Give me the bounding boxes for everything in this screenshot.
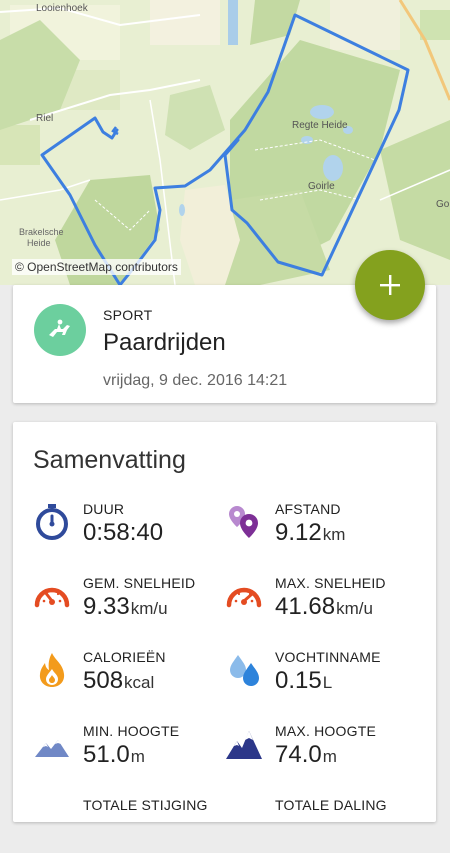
map-label-riel: Riel bbox=[36, 113, 54, 124]
map-label-brakelsche: Brakelsche bbox=[19, 227, 64, 237]
stat-unit: m bbox=[130, 747, 145, 766]
stat-label: MIN. HOOGTE bbox=[83, 723, 180, 739]
stat-hydration: VOCHTINNAME 0.15L bbox=[225, 645, 425, 705]
speedometer-icon bbox=[34, 587, 70, 608]
map-tiles bbox=[0, 0, 450, 285]
map-label-regte-heide: Regte Heide bbox=[292, 120, 348, 131]
sport-name: Paardrijden bbox=[103, 329, 226, 356]
water-drops-icon bbox=[230, 655, 259, 686]
stopwatch-icon bbox=[36, 504, 68, 540]
sport-datetime: vrijdag, 9 dec. 2016 14:21 bbox=[103, 372, 288, 389]
stat-unit: km/u bbox=[130, 599, 168, 618]
stat-avg-speed: GEM. SNELHEID 9.33km/u bbox=[33, 571, 233, 631]
stat-max-speed: MAX. SNELHEID 41.68km/u bbox=[225, 571, 425, 631]
stat-value: 508 bbox=[83, 667, 124, 694]
stat-calories: CALORIEËN 508kcal bbox=[33, 645, 233, 705]
stat-label: AFSTAND bbox=[275, 501, 341, 517]
mountain-max-icon bbox=[226, 731, 262, 759]
sport-label: SPORT bbox=[103, 307, 153, 323]
map-label-heide: Heide bbox=[27, 238, 51, 248]
map-label-looienhoek: Looienhoek bbox=[36, 3, 88, 14]
stat-distance: AFSTAND 9.12km bbox=[225, 497, 425, 557]
map-attribution[interactable]: © OpenStreetMap contributors bbox=[12, 259, 181, 275]
stat-label: MAX. SNELHEID bbox=[275, 575, 386, 591]
stat-value: 51.0 bbox=[83, 741, 130, 768]
sport-avatar bbox=[34, 304, 86, 356]
stat-min-altitude: MIN. HOOGTE 51.0m bbox=[33, 719, 233, 779]
route-map[interactable]: Looienhoek Riel Regte Heide Goirle Goi B… bbox=[0, 0, 450, 285]
map-label-goirle: Goirle bbox=[308, 181, 335, 192]
stat-label: TOTALE STIJGING bbox=[83, 797, 208, 813]
stat-duration: DUUR 0:58:40 bbox=[33, 497, 233, 557]
stat-value: 41.68 bbox=[275, 593, 336, 620]
stat-max-altitude: MAX. HOOGTE 74.0m bbox=[225, 719, 425, 779]
stat-label: CALORIEËN bbox=[83, 649, 166, 665]
stat-value: 0.15 bbox=[275, 667, 322, 694]
stat-value: 9.33 bbox=[83, 593, 130, 620]
stat-unit: m bbox=[322, 747, 337, 766]
stat-unit: km bbox=[322, 525, 346, 544]
stat-value: 9.12 bbox=[275, 519, 322, 546]
horse-rider-icon bbox=[49, 319, 70, 337]
flame-icon bbox=[39, 653, 65, 687]
map-label-goi: Goi bbox=[436, 199, 450, 210]
stat-unit: L bbox=[322, 673, 333, 692]
stat-value: 74.0 bbox=[275, 741, 322, 768]
add-button[interactable] bbox=[355, 250, 425, 320]
stat-label: MAX. HOOGTE bbox=[275, 723, 376, 739]
stat-label: DUUR bbox=[83, 501, 125, 517]
stat-total-descent: TOTALE DALING bbox=[225, 793, 425, 853]
stat-label: VOCHTINNAME bbox=[275, 649, 381, 665]
stat-value: 0:58:40 bbox=[83, 519, 164, 546]
summary-card: Samenvatting DUUR 0:58:40 AFSTAND 9.12km bbox=[13, 422, 436, 822]
mountain-min-icon bbox=[35, 740, 69, 757]
stat-unit: kcal bbox=[124, 673, 155, 692]
speedometer-max-icon bbox=[226, 587, 262, 608]
stat-label: TOTALE DALING bbox=[275, 797, 387, 813]
stat-total-ascent: TOTALE STIJGING bbox=[33, 793, 233, 853]
plus-icon bbox=[380, 275, 400, 295]
map-pins-icon bbox=[229, 506, 258, 538]
stat-unit: km/u bbox=[336, 599, 373, 618]
stat-label: GEM. SNELHEID bbox=[83, 575, 196, 591]
summary-title: Samenvatting bbox=[33, 446, 186, 474]
